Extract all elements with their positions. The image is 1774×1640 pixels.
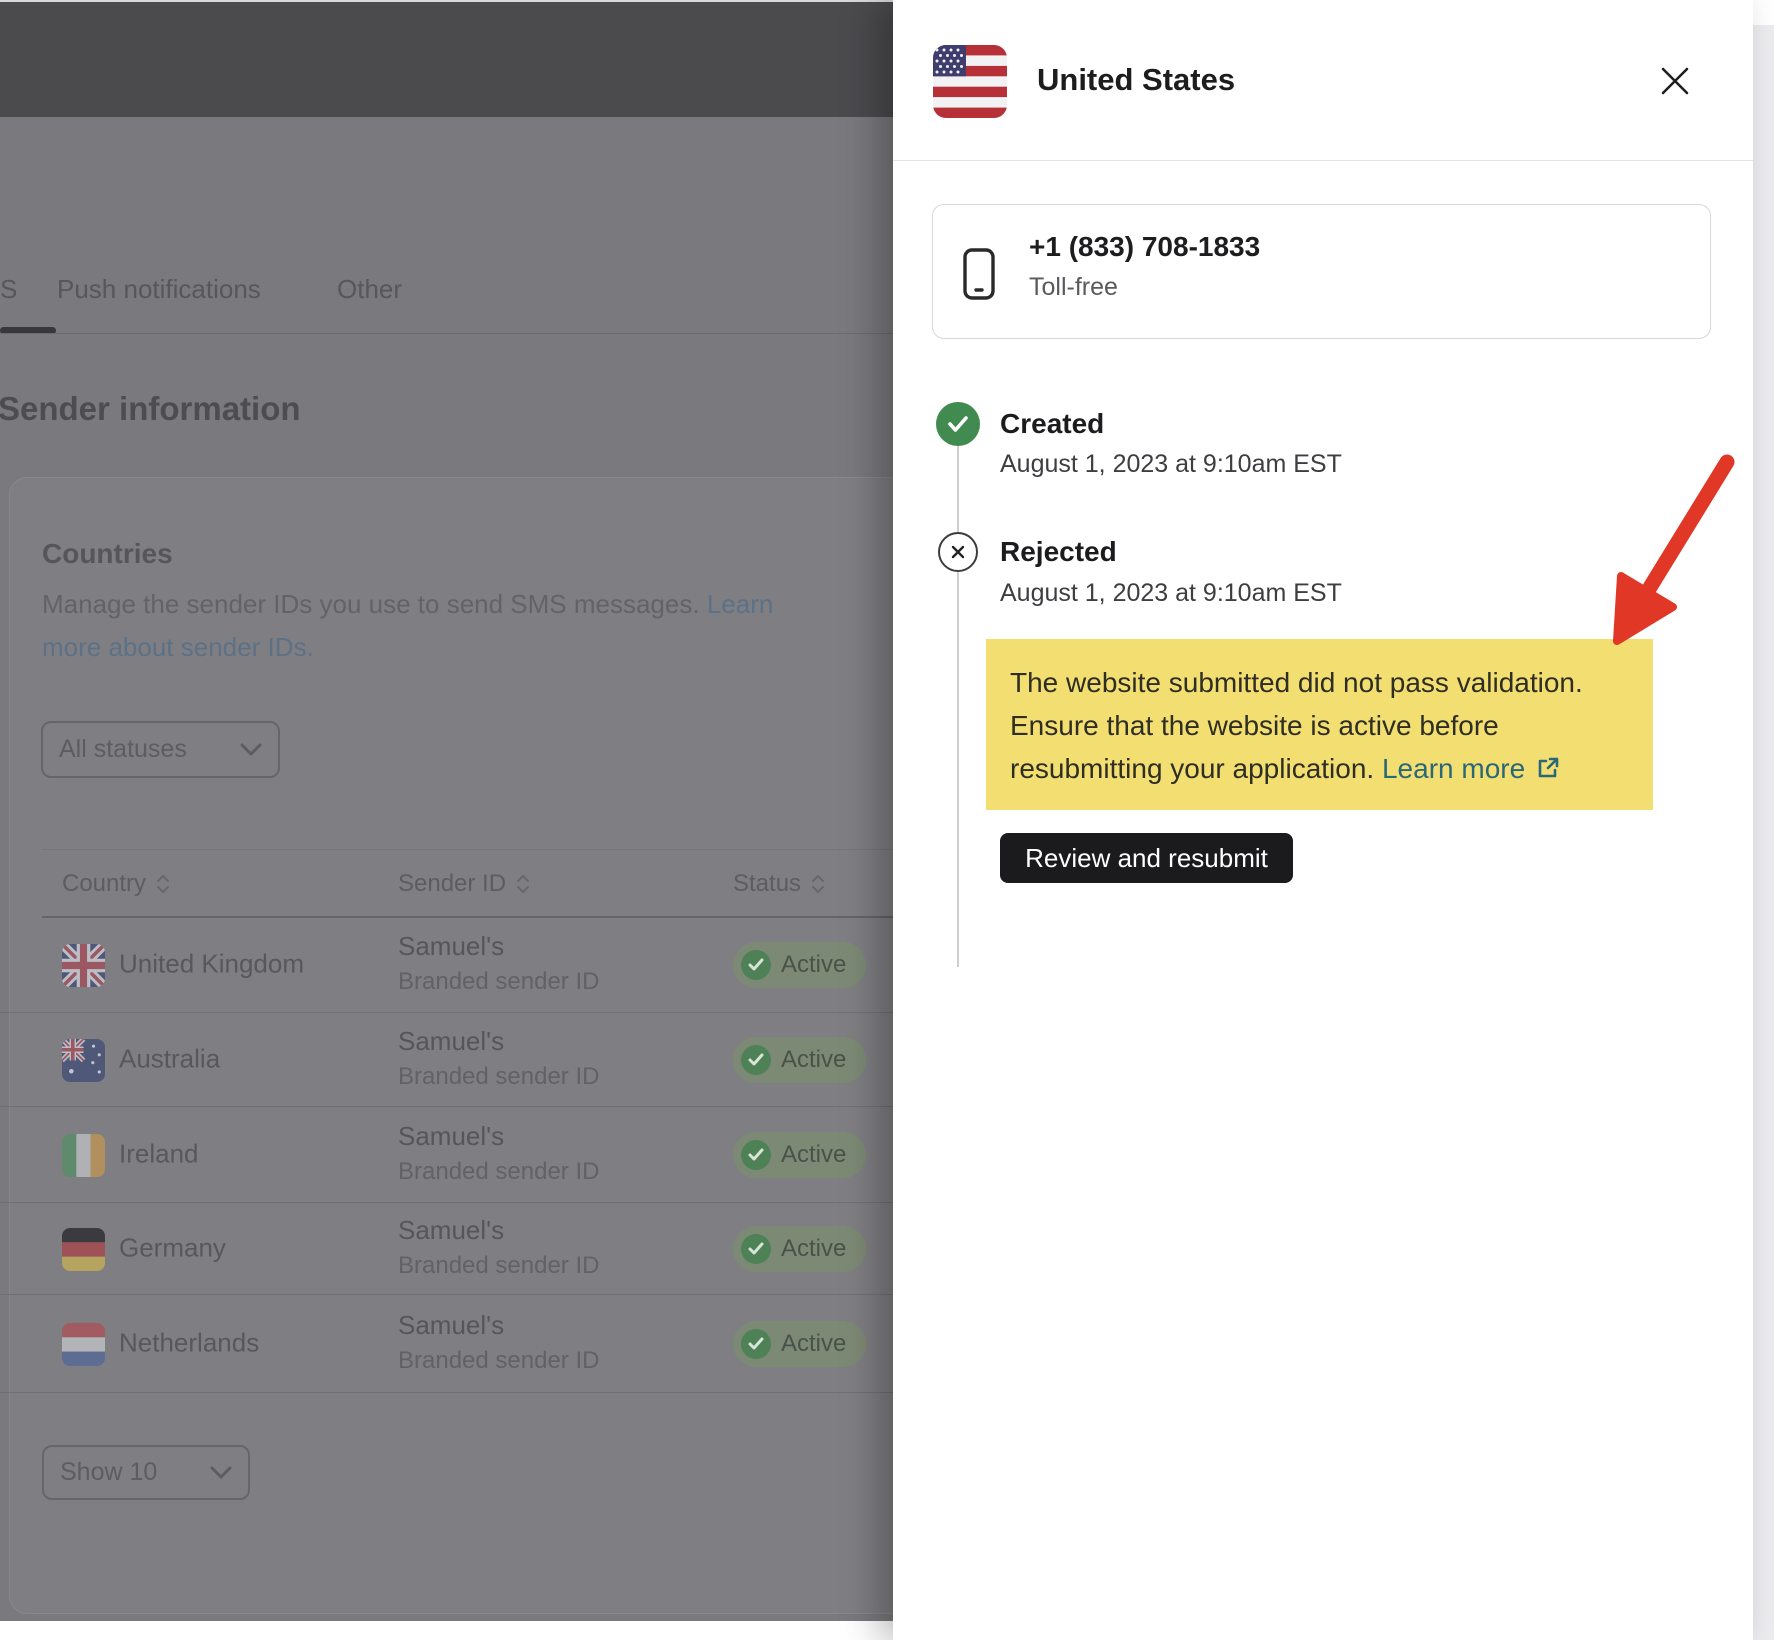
sender-id-name: Samuel's (398, 1121, 504, 1152)
check-icon (741, 1234, 771, 1264)
status-label: Active (781, 1235, 846, 1263)
chevron-down-icon (210, 1458, 232, 1487)
country-name: Australia (119, 1043, 220, 1074)
table-row[interactable]: Ireland Samuel's Branded sender ID Activ… (0, 1107, 893, 1203)
app-top-bar (0, 2, 893, 117)
us-flag-icon (933, 45, 1007, 118)
status-badge: Active (733, 1132, 866, 1178)
column-header-status[interactable]: Status (733, 870, 825, 898)
australia-flag-icon (62, 1039, 105, 1082)
table-row[interactable]: Netherlands Samuel's Branded sender ID A… (0, 1295, 893, 1393)
learn-more-link[interactable]: Learn more (1382, 753, 1525, 784)
status-label: Active (781, 951, 846, 979)
page-title: Sender information (0, 390, 301, 428)
check-icon (741, 1329, 771, 1359)
sender-id-type: Branded sender ID (398, 1158, 599, 1186)
table-top-border (42, 849, 893, 850)
rejection-message-line2: Ensure that the website is active before (1010, 704, 1629, 747)
close-icon (1659, 65, 1691, 97)
header-label: Sender ID (398, 870, 506, 898)
sort-icon (516, 873, 530, 895)
tabs-divider (0, 333, 893, 334)
header-label: Status (733, 870, 801, 898)
status-label: Active (781, 1046, 846, 1074)
tab-sms-partial[interactable]: S (0, 274, 17, 305)
review-and-resubmit-button[interactable]: Review and resubmit (1000, 833, 1293, 883)
netherlands-flag-icon (62, 1323, 105, 1366)
drawer-title: United States (1037, 62, 1235, 98)
tab-other[interactable]: Other (337, 274, 402, 305)
status-label: Active (781, 1330, 846, 1358)
country-name: Netherlands (119, 1327, 259, 1358)
phone-number: +1 (833) 708-1833 (1029, 231, 1260, 263)
chevron-down-icon (240, 735, 262, 764)
screenshot-canvas: S Push notifications Other Sender inform… (0, 0, 1774, 1640)
sender-id-type: Branded sender ID (398, 1347, 599, 1375)
country-detail-drawer: United States +1 (833) 708-1833 Toll-fre… (893, 0, 1753, 1640)
table-row[interactable]: Germany Samuel's Branded sender ID Activ… (0, 1203, 893, 1295)
sender-id-type: Branded sender ID (398, 1252, 599, 1280)
germany-flag-icon (62, 1228, 105, 1271)
page-size-value: Show 10 (60, 1458, 157, 1487)
header-label: Country (62, 870, 146, 898)
rejection-message-line1: The website submitted did not pass valid… (1010, 661, 1629, 704)
dimmed-page-background: S Push notifications Other Sender inform… (0, 0, 893, 1640)
sort-icon (811, 873, 825, 895)
countries-section-title: Countries (42, 538, 173, 570)
check-icon (741, 1140, 771, 1170)
phone-number-type: Toll-free (1029, 273, 1118, 302)
sender-id-name: Samuel's (398, 931, 504, 962)
uk-flag-icon (62, 944, 105, 987)
status-badge: Active (733, 1226, 866, 1272)
timeline-rejected-label: Rejected (1000, 536, 1117, 568)
phone-icon (961, 247, 997, 306)
close-button[interactable] (1657, 63, 1693, 99)
table-row[interactable]: United Kingdom Samuel's Branded sender I… (0, 917, 893, 1013)
description-text: Manage the sender IDs you use to send SM… (42, 589, 707, 619)
drawer-header-divider (893, 160, 1753, 161)
column-header-country[interactable]: Country (62, 870, 170, 898)
page-background-gutter (1753, 25, 1774, 1640)
sender-id-name: Samuel's (398, 1310, 504, 1341)
rejection-message-text: resubmitting your application. (1010, 753, 1382, 784)
country-name: United Kingdom (119, 948, 304, 979)
sender-id-name: Samuel's (398, 1026, 504, 1057)
page-bottom-strip (0, 1621, 893, 1640)
status-label: Active (781, 1141, 846, 1169)
rejection-message-line3: resubmitting your application. Learn mor… (1010, 747, 1629, 793)
timeline-rejected-date: August 1, 2023 at 9:10am EST (1000, 579, 1342, 608)
rejection-reason-highlight: The website submitted did not pass valid… (986, 639, 1653, 810)
status-filter-value: All statuses (59, 735, 187, 764)
country-name: Germany (119, 1232, 226, 1263)
country-name: Ireland (119, 1138, 199, 1169)
check-icon (741, 1045, 771, 1075)
timeline-created-date: August 1, 2023 at 9:10am EST (1000, 450, 1342, 479)
page-size-select[interactable]: Show 10 (42, 1445, 250, 1500)
status-badge: Active (733, 1321, 866, 1367)
countries-description-line1: Manage the sender IDs you use to send SM… (42, 589, 773, 620)
sort-icon (156, 873, 170, 895)
timeline-connector (957, 446, 959, 967)
status-badge: Active (733, 942, 866, 988)
table-row[interactable]: Australia Samuel's Branded sender ID Act… (0, 1013, 893, 1107)
created-check-icon (936, 402, 980, 446)
sender-id-name: Samuel's (398, 1215, 504, 1246)
phone-number-card[interactable]: +1 (833) 708-1833 Toll-free (932, 204, 1711, 339)
status-filter-select[interactable]: All statuses (41, 721, 280, 778)
rejected-x-icon (938, 532, 978, 572)
column-header-sender-id[interactable]: Sender ID (398, 870, 530, 898)
sender-ids-link-line2[interactable]: more about sender IDs. (42, 632, 314, 663)
ireland-flag-icon (62, 1134, 105, 1177)
external-link-icon (1535, 750, 1561, 793)
sender-ids-link[interactable]: Learn (707, 589, 774, 619)
sender-id-type: Branded sender ID (398, 968, 599, 996)
tab-push-notifications[interactable]: Push notifications (57, 274, 261, 305)
sender-id-type: Branded sender ID (398, 1063, 599, 1091)
check-icon (741, 950, 771, 980)
timeline-created-label: Created (1000, 408, 1104, 440)
status-badge: Active (733, 1037, 866, 1083)
